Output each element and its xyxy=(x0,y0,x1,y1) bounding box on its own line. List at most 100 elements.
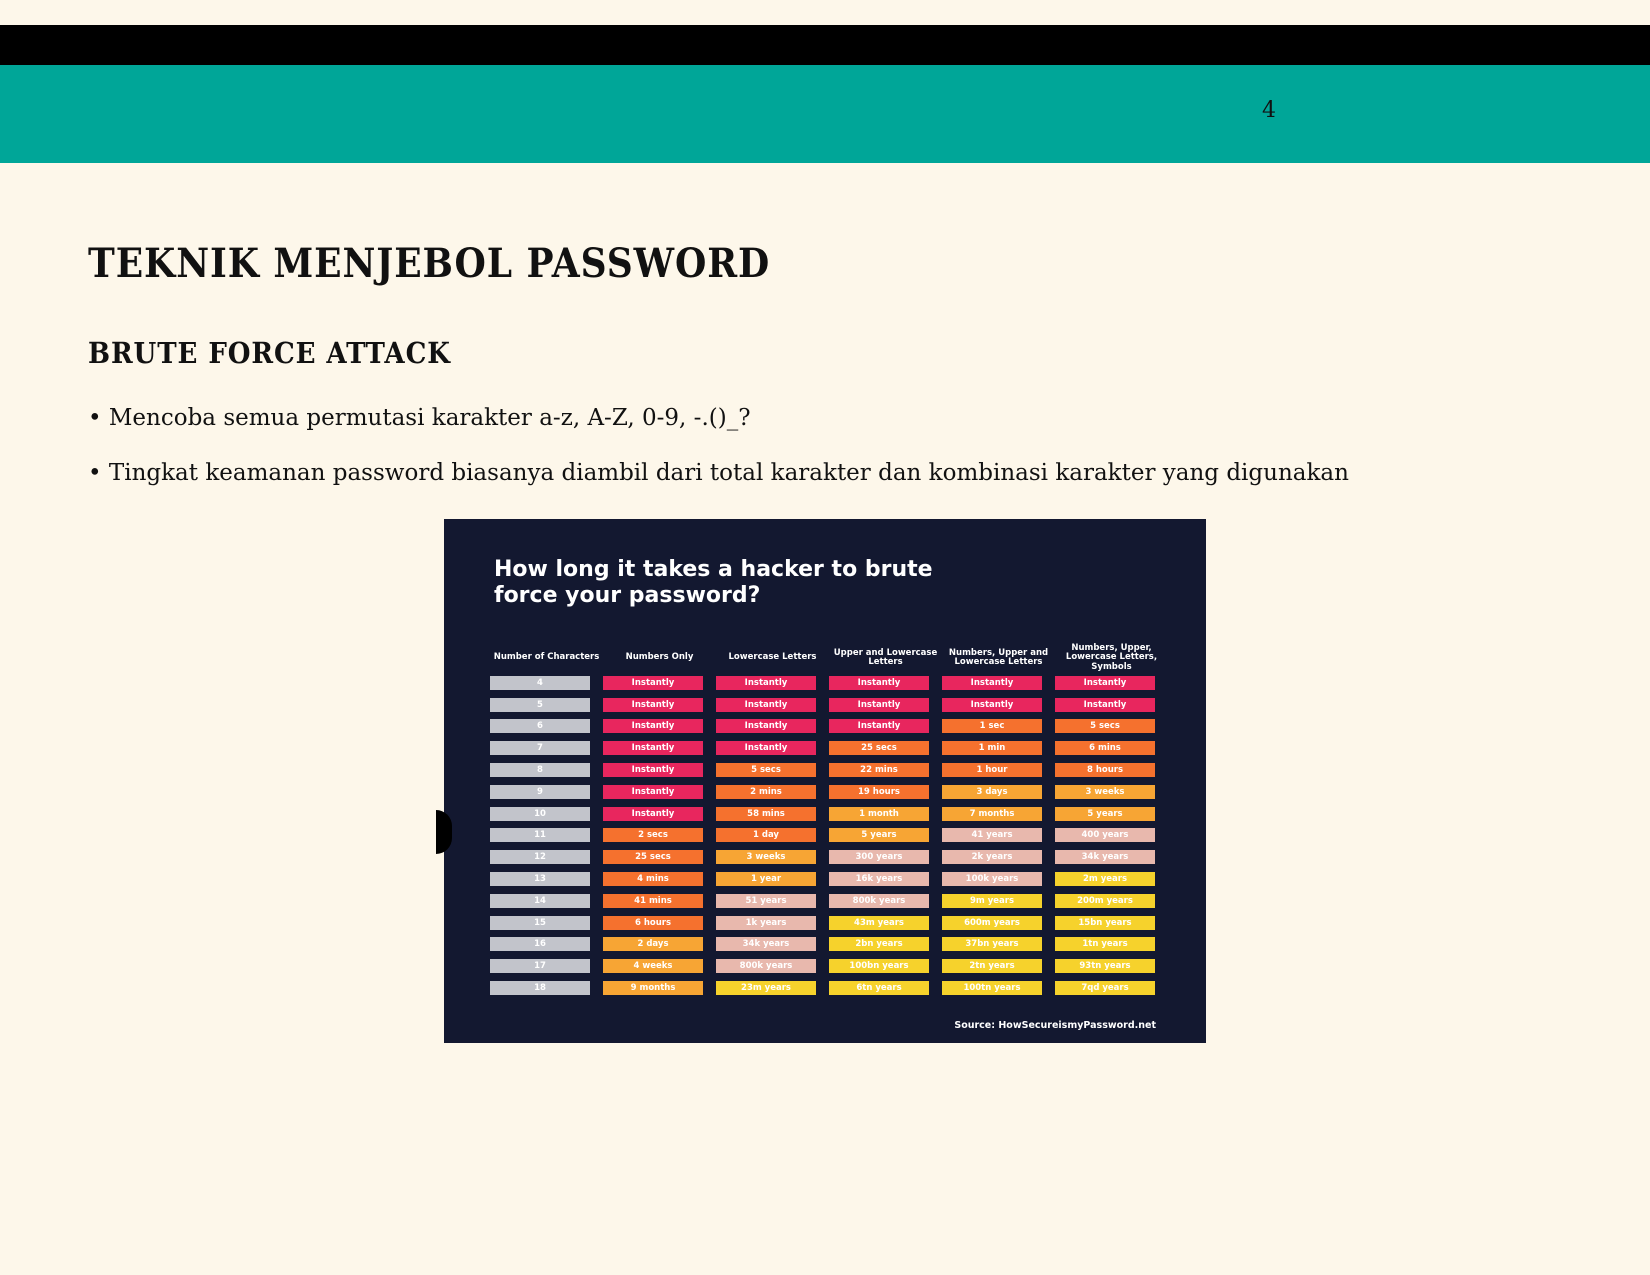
char-count-cell: 11 xyxy=(490,828,590,843)
crack-time-cell: 1 sec xyxy=(942,719,1042,734)
crack-time-cell: Instantly xyxy=(829,697,929,712)
char-count-cell: 13 xyxy=(490,872,590,887)
crack-time-cell: Instantly xyxy=(603,763,703,778)
brute-force-table: Number of Characters Numbers Only Lowercas… xyxy=(490,642,1168,999)
crack-time-cell: 7 months xyxy=(942,806,1042,821)
crack-time-cell: 2k years xyxy=(942,850,1042,865)
crack-time-cell: 58 mins xyxy=(716,806,816,821)
crack-time-cell: 400 years xyxy=(1055,828,1155,843)
crack-time-cell: 3 days xyxy=(942,784,1042,799)
crack-time-cell: 600m years xyxy=(942,915,1042,930)
crack-time-cell: 43m years xyxy=(829,915,929,930)
crack-time-cell: 41 mins xyxy=(603,893,703,908)
crack-time-cell: 200m years xyxy=(1055,893,1155,908)
crack-time-cell: Instantly xyxy=(603,697,703,712)
crack-time-cell: 1k years xyxy=(716,915,816,930)
crack-time-cell: 22 mins xyxy=(829,763,929,778)
char-count-cell: 5 xyxy=(490,697,590,712)
crack-time-cell: Instantly xyxy=(603,784,703,799)
column-header: Numbers Only xyxy=(625,652,694,663)
table-row: 8 Instantly 5 secs 22 mins 1 hour 8 hours xyxy=(490,759,1168,781)
crack-time-cell: 2tn years xyxy=(942,959,1042,974)
crack-time-cell: 3 weeks xyxy=(716,850,816,865)
crack-time-cell: 34k years xyxy=(1055,850,1155,865)
column-header: Numbers, Upper and Lowercase Letters xyxy=(948,647,1049,667)
table-row: 17 4 weeks 800k years 100bn years 2tn years 9… xyxy=(490,955,1168,977)
infographic-title: How long it takes a hacker to brute forc… xyxy=(494,557,1054,609)
char-count-cell: 16 xyxy=(490,937,590,952)
crack-time-cell: 5 years xyxy=(1055,806,1155,821)
crack-time-cell: Instantly xyxy=(603,741,703,756)
crack-time-cell: 1 year xyxy=(716,872,816,887)
crack-time-cell: 2bn years xyxy=(829,937,929,952)
crack-time-cell: 41 years xyxy=(942,828,1042,843)
top-black-band xyxy=(0,25,1650,65)
crack-time-cell: Instantly xyxy=(1055,697,1155,712)
table-row: 14 41 mins 51 years 800k years 9m years 200m … xyxy=(490,890,1168,912)
crack-time-cell: 1tn years xyxy=(1055,937,1155,952)
char-count-cell: 10 xyxy=(490,806,590,821)
crack-time-cell: Instantly xyxy=(829,719,929,734)
bullet-point: • Mencoba semua permutasi karakter a-z, … xyxy=(88,405,751,431)
crack-time-cell: 15bn years xyxy=(1055,915,1155,930)
table-row: 5 Instantly Instantly Instantly Instantly Ins… xyxy=(490,694,1168,716)
column-header: Numbers, Upper, Lowercase Letters, Symbo… xyxy=(1065,642,1158,672)
char-count-cell: 9 xyxy=(490,784,590,799)
crack-time-cell: 19 hours xyxy=(829,784,929,799)
table-row: 16 2 days 34k years 2bn years 37bn years 1tn … xyxy=(490,934,1168,956)
crack-time-cell: 23m years xyxy=(716,981,816,996)
crack-time-cell: 1 min xyxy=(942,741,1042,756)
page-number: 4 xyxy=(1262,98,1276,123)
crack-time-cell: 2 mins xyxy=(716,784,816,799)
crack-time-cell: 8 hours xyxy=(1055,763,1155,778)
char-count-cell: 18 xyxy=(490,981,590,996)
crack-time-cell: 6tn years xyxy=(829,981,929,996)
crack-time-cell: 100bn years xyxy=(829,959,929,974)
crack-time-cell: 800k years xyxy=(716,959,816,974)
bullet-point: • Tingkat keamanan password biasanya dia… xyxy=(88,460,1349,486)
crack-time-cell: Instantly xyxy=(603,675,703,690)
brute-force-infographic: How long it takes a hacker to brute forc… xyxy=(444,519,1206,1043)
crack-time-cell: 1 month xyxy=(829,806,929,821)
char-count-cell: 6 xyxy=(490,719,590,734)
column-header: Lowercase Letters xyxy=(728,652,817,663)
crack-time-cell: 2m years xyxy=(1055,872,1155,887)
table-header-row: Number of Characters Numbers Only Lowercas… xyxy=(490,642,1168,672)
crack-time-cell: Instantly xyxy=(716,675,816,690)
char-count-cell: 15 xyxy=(490,915,590,930)
table-body: 4 Instantly Instantly Instantly Instantly Ins… xyxy=(490,672,1168,999)
crack-time-cell: 3 weeks xyxy=(1055,784,1155,799)
crack-time-cell: 2 secs xyxy=(603,828,703,843)
char-count-cell: 8 xyxy=(490,763,590,778)
char-count-cell: 4 xyxy=(490,675,590,690)
table-row: 18 9 months 23m years 6tn years 100tn years 7… xyxy=(490,977,1168,999)
crack-time-cell: 5 secs xyxy=(1055,719,1155,734)
crack-time-cell: 93tn years xyxy=(1055,959,1155,974)
table-row: 7 Instantly Instantly 25 secs 1 min 6 mins xyxy=(490,737,1168,759)
crack-time-cell: Instantly xyxy=(942,697,1042,712)
infographic-title-line: How long it takes a hacker to brute xyxy=(494,557,933,582)
crack-time-cell: 34k years xyxy=(716,937,816,952)
crack-time-cell: 16k years xyxy=(829,872,929,887)
crack-time-cell: 800k years xyxy=(829,893,929,908)
crack-time-cell: 9m years xyxy=(942,893,1042,908)
header-band xyxy=(0,65,1650,163)
table-row: 4 Instantly Instantly Instantly Instantly Ins… xyxy=(490,672,1168,694)
crack-time-cell: Instantly xyxy=(942,675,1042,690)
crack-time-cell: 300 years xyxy=(829,850,929,865)
crack-time-cell: 9 months xyxy=(603,981,703,996)
table-row: 12 25 secs 3 weeks 300 years 2k years 34k yea… xyxy=(490,846,1168,868)
table-row: 15 6 hours 1k years 43m years 600m years 15bn… xyxy=(490,912,1168,934)
crack-time-cell: 6 mins xyxy=(1055,741,1155,756)
crack-time-cell: 1 day xyxy=(716,828,816,843)
column-header: Number of Characters xyxy=(493,652,600,663)
crack-time-cell: Instantly xyxy=(1055,675,1155,690)
slide-title: TEKNIK MENJEBOL PASSWORD xyxy=(88,240,771,287)
table-row: 9 Instantly 2 mins 19 hours 3 days 3 weeks xyxy=(490,781,1168,803)
crack-time-cell: Instantly xyxy=(716,741,816,756)
crack-time-cell: 100tn years xyxy=(942,981,1042,996)
char-count-cell: 17 xyxy=(490,959,590,974)
crack-time-cell: Instantly xyxy=(603,719,703,734)
table-row: 13 4 mins 1 year 16k years 100k years 2m year… xyxy=(490,868,1168,890)
slide-subtitle: BRUTE FORCE ATTACK xyxy=(88,336,451,370)
